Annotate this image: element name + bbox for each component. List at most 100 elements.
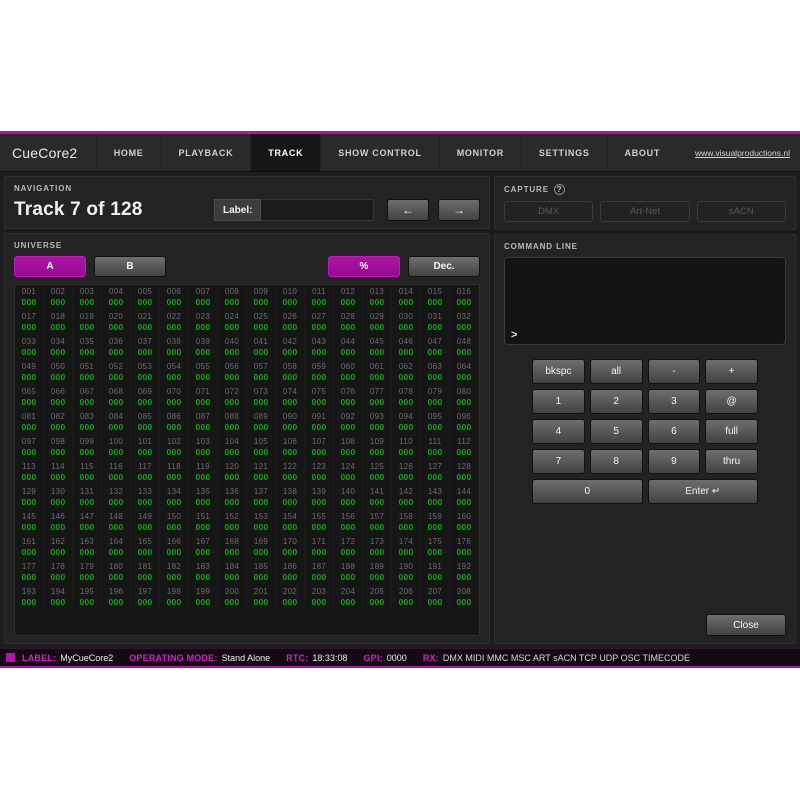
dmx-channel-cell[interactable]: 208 000 xyxy=(450,585,479,610)
close-button[interactable]: Close xyxy=(706,614,786,636)
dmx-channel-cell[interactable]: 032 000 xyxy=(450,310,479,335)
dmx-channel-cell[interactable]: 096 000 xyxy=(450,410,479,435)
dmx-channel-cell[interactable]: 087 000 xyxy=(189,410,218,435)
dmx-channel-cell[interactable]: 134 000 xyxy=(160,485,189,510)
dmx-channel-cell[interactable]: 131 000 xyxy=(73,485,102,510)
dmx-channel-cell[interactable]: 161 000 xyxy=(15,535,44,560)
dmx-channel-cell[interactable]: 143 000 xyxy=(421,485,450,510)
dmx-channel-cell[interactable]: 156 000 xyxy=(334,510,363,535)
dmx-channel-cell[interactable]: 101 000 xyxy=(131,435,160,460)
dmx-channel-cell[interactable]: 132 000 xyxy=(102,485,131,510)
dmx-channel-cell[interactable]: 153 000 xyxy=(247,510,276,535)
dmx-channel-cell[interactable]: 130 000 xyxy=(44,485,73,510)
dmx-channel-cell[interactable]: 189 000 xyxy=(363,560,392,585)
dmx-channel-cell[interactable]: 050 000 xyxy=(44,360,73,385)
dmx-channel-cell[interactable]: 084 000 xyxy=(102,410,131,435)
dmx-channel-cell[interactable]: 169 000 xyxy=(247,535,276,560)
dmx-channel-cell[interactable]: 119 000 xyxy=(189,460,218,485)
dmx-channel-cell[interactable]: 064 000 xyxy=(450,360,479,385)
format-button-percent[interactable]: % xyxy=(328,256,400,277)
dmx-channel-cell[interactable]: 196 000 xyxy=(102,585,131,610)
dmx-channel-cell[interactable]: 174 000 xyxy=(392,535,421,560)
dmx-channel-cell[interactable]: 186 000 xyxy=(276,560,305,585)
keypad-key-thru[interactable]: thru xyxy=(705,449,758,474)
capture-button-artnet[interactable]: Art-Net xyxy=(600,201,690,222)
dmx-channel-cell[interactable]: 117 000 xyxy=(131,460,160,485)
dmx-channel-cell[interactable]: 026 000 xyxy=(276,310,305,335)
dmx-channel-cell[interactable]: 013 000 xyxy=(363,285,392,310)
dmx-channel-cell[interactable]: 002 000 xyxy=(44,285,73,310)
dmx-channel-grid-container[interactable]: 001 000 002 000 003 000 004 000 005 000 006 000 007 0… xyxy=(14,284,480,636)
dmx-channel-cell[interactable]: 107 000 xyxy=(305,435,334,460)
next-track-button[interactable]: → xyxy=(438,199,480,221)
website-link[interactable]: www.visualproductions.nl xyxy=(677,134,800,171)
dmx-channel-cell[interactable]: 170 000 xyxy=(276,535,305,560)
dmx-channel-cell[interactable]: 089 000 xyxy=(247,410,276,435)
dmx-channel-cell[interactable]: 198 000 xyxy=(160,585,189,610)
dmx-channel-cell[interactable]: 184 000 xyxy=(218,560,247,585)
dmx-channel-cell[interactable]: 205 000 xyxy=(363,585,392,610)
keypad-key-enter[interactable]: Enter ↵ xyxy=(647,479,758,504)
dmx-channel-cell[interactable]: 031 000 xyxy=(421,310,450,335)
dmx-channel-cell[interactable]: 113 000 xyxy=(15,460,44,485)
dmx-channel-cell[interactable]: 038 000 xyxy=(160,335,189,360)
dmx-channel-cell[interactable]: 063 000 xyxy=(421,360,450,385)
dmx-channel-cell[interactable]: 070 000 xyxy=(160,385,189,410)
dmx-channel-cell[interactable]: 020 000 xyxy=(102,310,131,335)
previous-track-button[interactable]: ← xyxy=(387,199,429,221)
dmx-channel-cell[interactable]: 178 000 xyxy=(44,560,73,585)
dmx-channel-cell[interactable]: 008 000 xyxy=(218,285,247,310)
dmx-channel-cell[interactable]: 177 000 xyxy=(15,560,44,585)
tab-track[interactable]: TRACK xyxy=(250,134,321,171)
dmx-channel-cell[interactable]: 187 000 xyxy=(305,560,334,585)
dmx-channel-cell[interactable]: 021 000 xyxy=(131,310,160,335)
dmx-channel-cell[interactable]: 074 000 xyxy=(276,385,305,410)
dmx-channel-cell[interactable]: 047 000 xyxy=(421,335,450,360)
dmx-channel-cell[interactable]: 023 000 xyxy=(189,310,218,335)
dmx-channel-cell[interactable]: 048 000 xyxy=(450,335,479,360)
dmx-channel-cell[interactable]: 037 000 xyxy=(131,335,160,360)
keypad-key-0[interactable]: 0 xyxy=(532,479,643,504)
dmx-channel-cell[interactable]: 059 000 xyxy=(305,360,334,385)
dmx-channel-cell[interactable]: 015 000 xyxy=(421,285,450,310)
dmx-channel-cell[interactable]: 025 000 xyxy=(247,310,276,335)
dmx-channel-cell[interactable]: 103 000 xyxy=(189,435,218,460)
dmx-channel-cell[interactable]: 206 000 xyxy=(392,585,421,610)
dmx-channel-cell[interactable]: 114 000 xyxy=(44,460,73,485)
dmx-channel-cell[interactable]: 077 000 xyxy=(363,385,392,410)
dmx-channel-cell[interactable]: 090 000 xyxy=(276,410,305,435)
dmx-channel-cell[interactable]: 095 000 xyxy=(421,410,450,435)
dmx-channel-cell[interactable]: 164 000 xyxy=(102,535,131,560)
dmx-channel-cell[interactable]: 079 000 xyxy=(421,385,450,410)
dmx-channel-cell[interactable]: 176 000 xyxy=(450,535,479,560)
dmx-channel-cell[interactable]: 129 000 xyxy=(15,485,44,510)
dmx-channel-cell[interactable]: 137 000 xyxy=(247,485,276,510)
dmx-channel-cell[interactable]: 022 000 xyxy=(160,310,189,335)
dmx-channel-cell[interactable]: 017 000 xyxy=(15,310,44,335)
dmx-channel-cell[interactable]: 138 000 xyxy=(276,485,305,510)
dmx-channel-cell[interactable]: 057 000 xyxy=(247,360,276,385)
dmx-channel-cell[interactable]: 199 000 xyxy=(189,585,218,610)
dmx-channel-cell[interactable]: 088 000 xyxy=(218,410,247,435)
dmx-channel-cell[interactable]: 172 000 xyxy=(334,535,363,560)
dmx-channel-cell[interactable]: 167 000 xyxy=(189,535,218,560)
dmx-channel-cell[interactable]: 098 000 xyxy=(44,435,73,460)
dmx-channel-cell[interactable]: 135 000 xyxy=(189,485,218,510)
dmx-channel-cell[interactable]: 121 000 xyxy=(247,460,276,485)
dmx-channel-cell[interactable]: 019 000 xyxy=(73,310,102,335)
dmx-channel-cell[interactable]: 082 000 xyxy=(44,410,73,435)
keypad-key-8[interactable]: 8 xyxy=(589,449,643,474)
dmx-channel-cell[interactable]: 076 000 xyxy=(334,385,363,410)
dmx-channel-cell[interactable]: 014 000 xyxy=(392,285,421,310)
keypad-key-bkspc[interactable]: bkspc xyxy=(532,359,585,384)
dmx-channel-cell[interactable]: 149 000 xyxy=(131,510,160,535)
dmx-channel-cell[interactable]: 036 000 xyxy=(102,335,131,360)
dmx-channel-cell[interactable]: 058 000 xyxy=(276,360,305,385)
dmx-channel-cell[interactable]: 069 000 xyxy=(131,385,160,410)
dmx-channel-cell[interactable]: 085 000 xyxy=(131,410,160,435)
dmx-channel-cell[interactable]: 195 000 xyxy=(73,585,102,610)
dmx-channel-cell[interactable]: 144 000 xyxy=(450,485,479,510)
dmx-channel-cell[interactable]: 046 000 xyxy=(392,335,421,360)
dmx-channel-cell[interactable]: 060 000 xyxy=(334,360,363,385)
dmx-channel-cell[interactable]: 044 000 xyxy=(334,335,363,360)
